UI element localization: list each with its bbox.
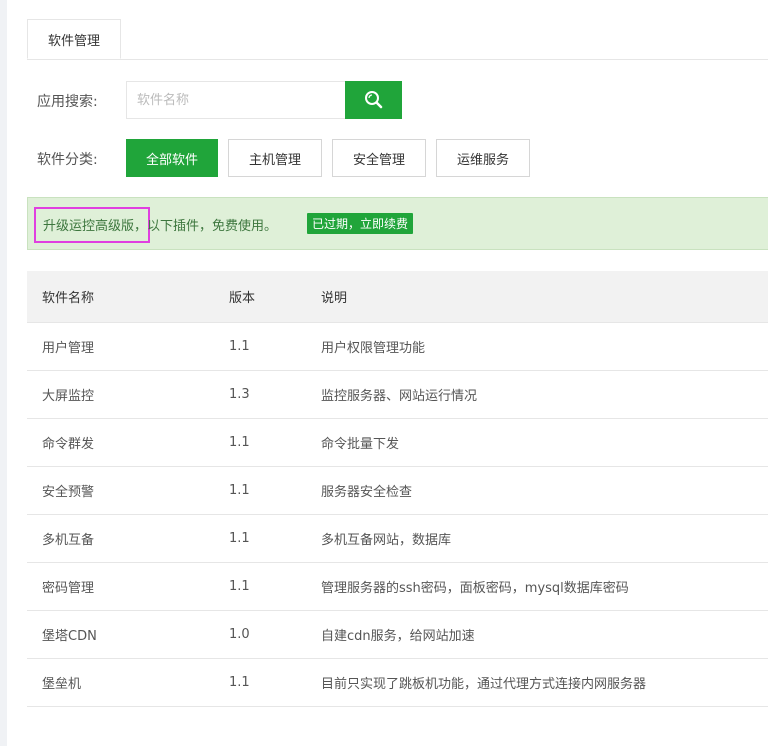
cell-name: 命令群发 [27, 418, 228, 467]
tab-software-management[interactable]: 软件管理 [27, 19, 121, 59]
category-label: 软件分类: [37, 152, 98, 168]
header-desc: 说明 [320, 271, 768, 323]
upgrade-notice: 升级运控高级版，以下插件，免费使用。 已过期，立即续费 [27, 197, 768, 250]
table-row[interactable]: 多机互备 1.1 多机互备网站，数据库 [27, 514, 768, 563]
search-label: 应用搜索: [37, 94, 98, 110]
cell-desc: 监控服务器、网站运行情况 [320, 370, 768, 419]
cell-name: 多机互备 [27, 514, 228, 563]
cell-version: 1.1 [228, 562, 320, 611]
cell-name: 堡垒机 [27, 658, 228, 707]
cell-name: 密码管理 [27, 562, 228, 611]
cell-name: 安全预警 [27, 466, 228, 515]
cell-version: 1.1 [228, 418, 320, 467]
table-row[interactable]: 用户管理 1.1 用户权限管理功能 [27, 322, 768, 371]
cell-name: 堡塔CDN [27, 610, 228, 659]
cell-desc: 用户权限管理功能 [320, 322, 768, 371]
upgrade-link[interactable]: 升级运控高级版 [43, 219, 134, 234]
cell-version: 1.1 [228, 514, 320, 563]
notice-text: 升级运控高级版，以下插件，免费使用。 [43, 215, 277, 234]
software-panel: 软件管理 应用搜索: 软件分类: 全部软件 主机管理 安全管理 运维服务 升级运… [7, 0, 768, 746]
cell-version: 1.1 [228, 658, 320, 707]
category-host-button[interactable]: 主机管理 [228, 139, 322, 177]
software-table: 软件名称 版本 说明 用户管理 1.1 用户权限管理功能 大屏监控 1.3 监控… [27, 271, 768, 707]
cell-desc: 管理服务器的ssh密码，面板密码，mysql数据库密码 [320, 562, 768, 611]
cell-desc: 服务器安全检查 [320, 466, 768, 515]
category-ops-button[interactable]: 运维服务 [436, 139, 530, 177]
notice-rest: ，以下插件，免费使用。 [134, 219, 278, 234]
tab-bar: 软件管理 [27, 19, 768, 60]
category-all-button[interactable]: 全部软件 [126, 139, 218, 177]
table-row[interactable]: 堡垒机 1.1 目前只实现了跳板机功能，通过代理方式连接内网服务器 [27, 658, 768, 707]
table-row[interactable]: 安全预警 1.1 服务器安全检查 [27, 466, 768, 515]
renew-badge[interactable]: 已过期，立即续费 [307, 213, 414, 234]
table-row[interactable]: 密码管理 1.1 管理服务器的ssh密码，面板密码，mysql数据库密码 [27, 562, 768, 611]
cell-desc: 命令批量下发 [320, 418, 768, 467]
cell-desc: 多机互备网站，数据库 [320, 514, 768, 563]
header-version: 版本 [228, 271, 320, 323]
search-button[interactable] [345, 81, 402, 119]
cell-version: 1.1 [228, 466, 320, 515]
table-row[interactable]: 堡塔CDN 1.0 自建cdn服务，给网站加速 [27, 610, 768, 659]
cell-desc: 自建cdn服务，给网站加速 [320, 610, 768, 659]
cell-desc: 目前只实现了跳板机功能，通过代理方式连接内网服务器 [320, 658, 768, 707]
cell-version: 1.1 [228, 322, 320, 371]
cell-name: 大屏监控 [27, 370, 228, 419]
category-security-button[interactable]: 安全管理 [332, 139, 426, 177]
header-name: 软件名称 [27, 271, 228, 323]
cell-name: 用户管理 [27, 322, 228, 371]
search-icon [364, 91, 382, 109]
search-input[interactable] [126, 81, 346, 119]
cell-version: 1.3 [228, 370, 320, 419]
table-header-row: 软件名称 版本 说明 [27, 271, 768, 323]
table-row[interactable]: 命令群发 1.1 命令批量下发 [27, 418, 768, 467]
table-row[interactable]: 大屏监控 1.3 监控服务器、网站运行情况 [27, 370, 768, 419]
cell-version: 1.0 [228, 610, 320, 659]
